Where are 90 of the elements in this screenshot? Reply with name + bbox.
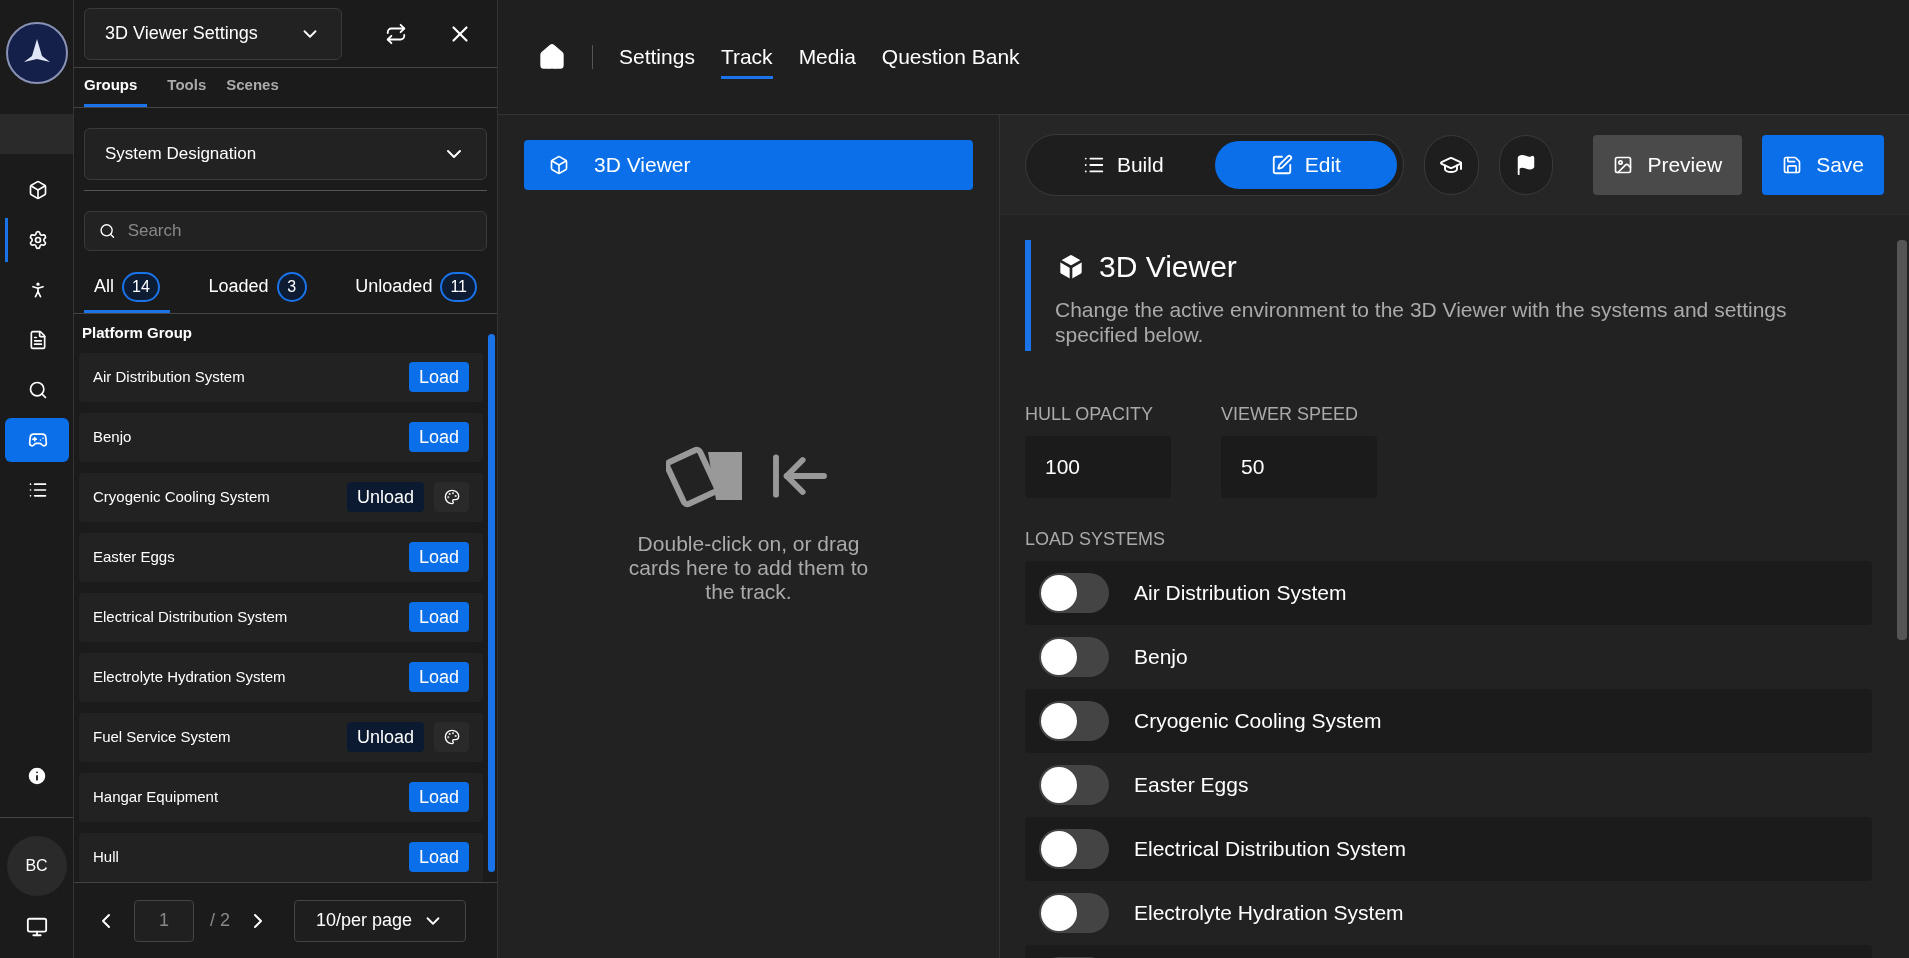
count-badge: 3: [276, 271, 307, 302]
scrollbar-thumb[interactable]: [1897, 240, 1907, 640]
toggle-switch[interactable]: [1039, 637, 1109, 677]
mode-tab[interactable]: Edit: [1214, 140, 1398, 189]
info-icon: [25, 765, 48, 787]
unload-button[interactable]: Unload: [346, 482, 424, 512]
toggle-switch[interactable]: [1039, 573, 1109, 613]
filter-tab[interactable]: Unloaded 11: [345, 263, 487, 313]
count-badge: 14: [122, 271, 160, 302]
search-field[interactable]: Search: [84, 211, 487, 251]
system-name: Easter Eggs: [93, 546, 176, 567]
panel-tab[interactable]: Tools: [167, 68, 207, 107]
system-name: Cryogenic Cooling System: [93, 486, 271, 507]
load-button[interactable]: Load: [408, 542, 469, 572]
edit-icon: [1270, 153, 1293, 176]
field-label: HULL OPACITY: [1025, 403, 1155, 426]
load-button[interactable]: Load: [408, 662, 469, 692]
user-avatar[interactable]: BC: [6, 836, 67, 896]
toggle-label: Air Distribution System: [1134, 580, 1347, 607]
system-designation-dropdown[interactable]: System Designation: [84, 128, 487, 180]
toggle-label: Electrical Distribution System: [1134, 836, 1406, 863]
page-total: / 2: [210, 909, 230, 932]
number-field[interactable]: 50: [1221, 436, 1377, 498]
search-icon: [28, 380, 48, 400]
nav-tab[interactable]: Question Bank: [881, 34, 1020, 80]
page-input[interactable]: 1: [134, 899, 194, 942]
system-name: Hull: [93, 846, 120, 867]
load-button[interactable]: Load: [408, 782, 469, 812]
system-name: Electrical Distribution System: [93, 606, 289, 627]
settings-dropdown[interactable]: 3D Viewer Settings: [84, 7, 342, 60]
scrollbar-thumb[interactable]: [488, 334, 495, 872]
toggle-label: Easter Eggs: [1134, 772, 1249, 799]
count-badge: 11: [440, 271, 477, 302]
load-button[interactable]: Load: [408, 422, 469, 452]
toggle-switch[interactable]: [1039, 893, 1109, 933]
system-name: Electrolyte Hydration System: [93, 666, 287, 687]
system-name: Hangar Equipment: [93, 786, 220, 807]
filter-label: Unloaded: [355, 275, 433, 298]
settings-icon: [28, 230, 48, 250]
group-title: Platform Group: [81, 323, 193, 343]
load-button[interactable]: Load: [408, 602, 469, 632]
rail-button[interactable]: [4, 418, 69, 462]
field-label: VIEWER SPEED: [1221, 403, 1360, 426]
gamepad-icon: [28, 430, 48, 450]
nav-tab[interactable]: Track: [720, 34, 773, 80]
drop-hint: Double-click on, or drag cards here to add them to the track.: [627, 532, 870, 604]
list-icon: [28, 480, 48, 500]
search-input[interactable]: Search: [127, 218, 472, 244]
toggle-switch[interactable]: [1039, 765, 1109, 805]
toggle-label: Benjo: [1134, 644, 1188, 671]
refresh-icon: [385, 22, 407, 45]
filter-label: All: [94, 275, 114, 298]
number-field[interactable]: 100: [1025, 436, 1171, 498]
nav-tab[interactable]: Settings: [619, 34, 695, 80]
toggle-label: Electrolyte Hydration System: [1134, 900, 1404, 927]
palette-icon: [443, 489, 460, 505]
load-button[interactable]: Load: [408, 362, 469, 392]
cube-icon: [549, 155, 569, 175]
home-icon: [538, 43, 566, 71]
per-page-dropdown[interactable]: 10/per page: [294, 899, 466, 942]
mode-tab[interactable]: Build: [1032, 140, 1215, 189]
palette-button[interactable]: [434, 482, 469, 512]
preview-button[interactable]: Preview: [1593, 134, 1743, 195]
panel-tab[interactable]: Groups: [84, 68, 148, 107]
filter-tab[interactable]: All 14: [84, 263, 170, 313]
load-button[interactable]: Load: [408, 842, 469, 872]
system-name: Air Distribution System: [93, 366, 246, 387]
document-icon: [28, 330, 48, 350]
image-icon: [1613, 154, 1634, 175]
section-title: 3D Viewer: [1099, 249, 1237, 285]
save-button[interactable]: Save: [1762, 134, 1884, 195]
filter-tab[interactable]: Loaded 3: [198, 263, 317, 313]
system-name: Fuel Service System: [93, 726, 232, 747]
nav-tab[interactable]: Media: [798, 34, 856, 80]
palette-button[interactable]: [434, 722, 469, 752]
system-name: Benjo: [93, 426, 133, 447]
unload-button[interactable]: Unload: [346, 722, 424, 752]
filter-label: Loaded: [208, 275, 269, 298]
section-description: Change the active environment to the 3D Viewer with the systems and settings specified below.: [1055, 297, 1788, 347]
panel-tab[interactable]: Scenes: [226, 68, 279, 107]
search-icon: [99, 222, 116, 240]
cube-icon: [28, 180, 48, 200]
save-icon: [1782, 154, 1803, 175]
track-card[interactable]: 3D Viewer: [524, 140, 973, 190]
toggle-switch[interactable]: [1039, 701, 1109, 741]
section-label: LOAD SYSTEMS: [1025, 528, 1167, 551]
toggle-switch[interactable]: [1039, 829, 1109, 869]
palette-icon: [443, 729, 460, 745]
toggle-label: Cryogenic Cooling System: [1134, 708, 1382, 735]
monitor-icon: [25, 916, 48, 938]
